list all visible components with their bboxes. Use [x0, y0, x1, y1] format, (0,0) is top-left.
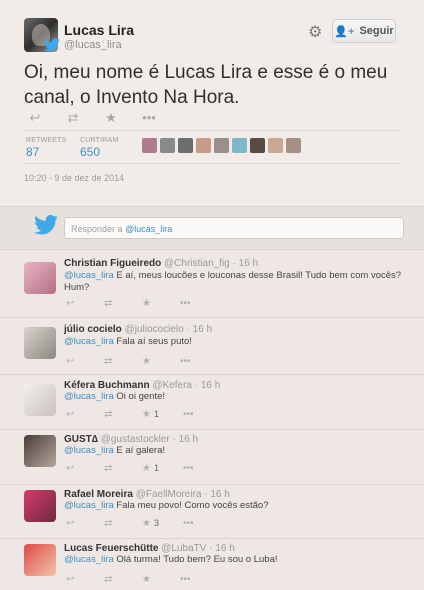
- reply-author[interactable]: Rafael Moreira @FaellMoreira · 16 h: [64, 489, 230, 500]
- reply-text: @lucas_lira E aí, meus loucões e loucona…: [64, 270, 402, 293]
- favorite-icon[interactable]: ★: [142, 356, 180, 367]
- author-name[interactable]: Lucas Lira: [64, 22, 134, 38]
- reply-icon[interactable]: ↩: [66, 298, 104, 309]
- avatar[interactable]: [160, 138, 175, 153]
- tweet-actions: ↩ ⇄ ★ •••: [26, 110, 158, 126]
- retweet-icon[interactable]: ⇄: [104, 409, 142, 420]
- reply-text: @lucas_lira E aí galera!: [64, 445, 166, 456]
- avatar[interactable]: [214, 138, 229, 153]
- list-item[interactable]: júlio cocielo @juliococielo · 16 h @luca…: [0, 317, 424, 375]
- avatar[interactable]: [24, 544, 56, 576]
- retweet-icon[interactable]: ⇄: [104, 298, 142, 309]
- retweet-icon[interactable]: ⇄: [104, 574, 142, 585]
- divider: [24, 130, 400, 131]
- follow-person-icon: 👤+: [334, 25, 355, 38]
- reply-actions: ↩ ⇄ ★ 1 •••: [66, 463, 221, 474]
- reply-author[interactable]: GUST∆ @gustastockler · 16 h: [64, 434, 198, 445]
- avatar[interactable]: [196, 138, 211, 153]
- favorite-icon[interactable]: ★: [142, 298, 180, 309]
- reply-icon[interactable]: ↩: [66, 518, 104, 529]
- likes-label: CURTIRAM: [80, 137, 119, 144]
- reply-actions: ↩ ⇄ ★ 1 •••: [66, 409, 221, 420]
- follow-label: Seguir: [359, 25, 394, 37]
- reply-icon[interactable]: ↩: [66, 409, 104, 420]
- list-item[interactable]: Kéfera Buchmann @Kefera · 16 h @lucas_li…: [0, 374, 424, 430]
- reply-author[interactable]: júlio cocielo @juliococielo · 16 h: [64, 324, 212, 335]
- retweet-icon[interactable]: ⇄: [104, 518, 142, 529]
- more-icon[interactable]: •••: [183, 409, 221, 420]
- avatar[interactable]: [24, 327, 56, 359]
- tweet-text: Oi, meu nome é Lucas Lira e esse é o meu…: [24, 62, 388, 108]
- author-handle[interactable]: @lucas_lira: [64, 39, 122, 51]
- reply-actions: ↩ ⇄ ★ 3 •••: [66, 518, 221, 529]
- avatar[interactable]: [24, 262, 56, 294]
- reply-text: @lucas_lira Oi oi gente!: [64, 391, 166, 402]
- twitter-bird-icon: [44, 38, 60, 54]
- retweets-label: RETWEETS: [26, 137, 67, 144]
- list-item[interactable]: Rafael Moreira @FaellMoreira · 16 h @luc…: [0, 484, 424, 539]
- retweets-count[interactable]: 87: [26, 145, 39, 159]
- tweet-timestamp[interactable]: 10:20 - 9 de dez de 2014: [24, 173, 124, 183]
- reply-author[interactable]: Kéfera Buchmann @Kefera · 16 h: [64, 380, 220, 391]
- reply-actions: ↩ ⇄ ★ •••: [66, 356, 218, 367]
- favoriters-avatars: [142, 138, 301, 153]
- more-icon[interactable]: •••: [140, 110, 158, 126]
- follow-button[interactable]: 👤+ Seguir: [332, 19, 396, 43]
- favorite-count: 3: [154, 518, 160, 528]
- reply-text: @lucas_lira Fala aí seus puto!: [64, 336, 192, 347]
- more-icon[interactable]: •••: [183, 518, 221, 529]
- avatar[interactable]: [24, 490, 56, 522]
- favorite-icon[interactable]: ★: [142, 518, 180, 529]
- divider: [24, 163, 400, 164]
- reply-icon[interactable]: ↩: [66, 574, 104, 585]
- favorite-icon[interactable]: ★: [142, 409, 180, 420]
- avatar[interactable]: [286, 138, 301, 153]
- reply-actions: ↩ ⇄ ★ •••: [66, 298, 218, 309]
- favorite-count: 1: [154, 463, 160, 473]
- retweet-icon[interactable]: ⇄: [64, 110, 82, 126]
- reply-icon[interactable]: ↩: [26, 110, 44, 126]
- favorite-icon[interactable]: ★: [102, 110, 120, 126]
- avatar[interactable]: [268, 138, 283, 153]
- retweet-icon[interactable]: ⇄: [104, 463, 142, 474]
- reply-icon[interactable]: ↩: [66, 463, 104, 474]
- reply-mention: @lucas_lira: [125, 224, 173, 234]
- reply-author[interactable]: Lucas Feuerschütte @LubaTV · 16 h: [64, 543, 235, 554]
- reply-input[interactable]: Responder a @lucas_lira: [64, 217, 404, 239]
- likes-count[interactable]: 650: [80, 145, 100, 159]
- favorite-count: 1: [154, 409, 160, 419]
- main-tweet: Lucas Lira @lucas_lira ⚙ 👤+ Seguir Oi, m…: [0, 0, 424, 206]
- twitter-bird-icon: [34, 214, 58, 241]
- avatar[interactable]: [24, 384, 56, 416]
- reply-box: Responder a @lucas_lira: [0, 206, 424, 250]
- avatar[interactable]: [142, 138, 157, 153]
- avatar[interactable]: [24, 435, 56, 467]
- reply-text: @lucas_lira Olá turma! Tudo bem? Eu sou …: [64, 554, 278, 565]
- avatar[interactable]: [178, 138, 193, 153]
- avatar[interactable]: [250, 138, 265, 153]
- retweet-icon[interactable]: ⇄: [104, 356, 142, 367]
- reply-author[interactable]: Christian Figueiredo @Christian_fig · 16…: [64, 258, 258, 269]
- more-icon[interactable]: •••: [180, 298, 218, 309]
- favorite-icon[interactable]: ★: [142, 574, 180, 585]
- reply-actions: ↩ ⇄ ★ •••: [66, 574, 218, 585]
- gear-icon[interactable]: ⚙: [308, 22, 322, 42]
- more-icon[interactable]: •••: [180, 356, 218, 367]
- more-icon[interactable]: •••: [183, 463, 221, 474]
- list-item[interactable]: GUST∆ @gustastockler · 16 h @lucas_lira …: [0, 429, 424, 485]
- list-item[interactable]: Lucas Feuerschütte @LubaTV · 16 h @lucas…: [0, 538, 424, 590]
- list-item[interactable]: Christian Figueiredo @Christian_fig · 16…: [0, 250, 424, 318]
- reply-text: @lucas_lira Fala meu povo! Como vocês es…: [64, 500, 269, 511]
- avatar[interactable]: [232, 138, 247, 153]
- more-icon[interactable]: •••: [180, 574, 218, 585]
- reply-prefix: Responder a: [71, 224, 123, 234]
- reply-icon[interactable]: ↩: [66, 356, 104, 367]
- favorite-icon[interactable]: ★: [142, 463, 180, 474]
